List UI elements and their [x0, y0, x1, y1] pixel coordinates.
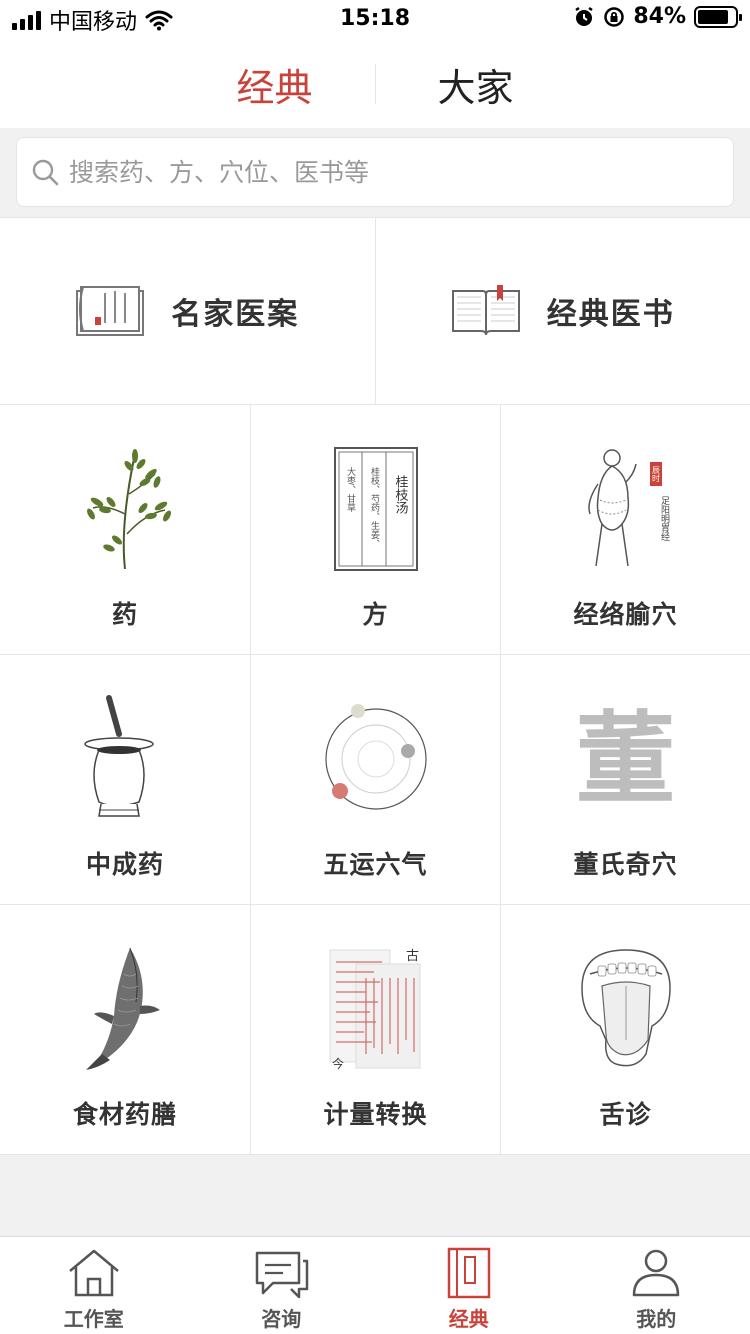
- category-measure-conversion[interactable]: 古 今 计量转换: [250, 905, 500, 1154]
- content-bottom-spacer: [0, 1155, 750, 1236]
- battery-percent: 84%: [633, 4, 686, 29]
- document-stack-icon: 古 今: [329, 949, 420, 1071]
- category-dong-points[interactable]: 董 董氏奇穴: [500, 655, 750, 904]
- category-dong-points-label: 董氏奇穴: [573, 850, 678, 879]
- featured-row: 名家医案 经典医书: [0, 217, 750, 405]
- category-tongue-diagnosis[interactable]: 舌诊: [500, 905, 750, 1154]
- dong-character-icon: 董: [575, 700, 676, 818]
- chat-icon: [256, 1251, 309, 1299]
- search-area: [0, 128, 750, 217]
- open-book-icon: [451, 285, 520, 336]
- category-meridians-label: 经络腧穴: [573, 600, 678, 629]
- search-input[interactable]: [69, 157, 669, 187]
- user-icon: [633, 1249, 680, 1297]
- meridian-figure-icon: 辰时 足阳明胃经: [587, 449, 670, 567]
- tab-classics[interactable]: 经典: [175, 57, 375, 112]
- top-tab-bar: 经典 大家: [0, 40, 750, 128]
- alarm-icon: [575, 6, 594, 26]
- fang-line2: 大枣、甘草: [345, 466, 356, 513]
- rotation-lock-icon: [604, 6, 625, 27]
- search-icon: [32, 159, 59, 186]
- featured-classic-books-label: 经典医书: [546, 297, 675, 332]
- category-prescriptions[interactable]: 桂枝汤 桂枝、芍药、生姜、 大枣、甘草 方: [250, 405, 500, 654]
- category-five-movements-label: 五运六气: [323, 850, 428, 879]
- tab-experts[interactable]: 大家: [376, 57, 576, 112]
- fish-icon: [86, 947, 160, 1070]
- mortar-jar-icon: [84, 695, 154, 817]
- meridian-seal-text: 辰时: [651, 466, 660, 482]
- nav-consult-label: 咨询: [261, 1307, 302, 1331]
- orbit-icon: [324, 704, 427, 810]
- measure-new-label: 今: [332, 1056, 344, 1071]
- tongue-icon: [580, 949, 671, 1067]
- battery-icon: [694, 5, 742, 28]
- featured-case-records-label: 名家医案: [171, 297, 300, 332]
- category-food-therapy-label: 食材药膳: [72, 1100, 177, 1129]
- status-bar: 中国移动 15:18 84%: [0, 0, 750, 40]
- nav-classics-label: 经典: [448, 1307, 489, 1331]
- category-grid: 药 桂枝汤 桂枝、芍药、生姜、 大枣、甘草 方 辰时 足阳明胃经 经络腧穴 中成…: [0, 405, 750, 1155]
- category-prescriptions-label: 方: [362, 600, 389, 629]
- scroll-icon: [76, 286, 145, 336]
- category-five-movements[interactable]: 五运六气: [250, 655, 500, 904]
- fang-title: 桂枝汤: [392, 475, 408, 514]
- nav-studio[interactable]: 工作室: [0, 1237, 188, 1334]
- featured-case-records[interactable]: 名家医案: [0, 218, 375, 404]
- house-icon: [68, 1249, 119, 1297]
- category-food-therapy[interactable]: 食材药膳: [0, 905, 250, 1154]
- category-measure-conversion-label: 计量转换: [323, 1100, 428, 1129]
- featured-classic-books[interactable]: 经典医书: [374, 218, 750, 404]
- book-icon: [447, 1247, 490, 1299]
- herb-icon: [87, 449, 171, 570]
- category-patent-medicine[interactable]: 中成药: [0, 655, 250, 904]
- nav-studio-label: 工作室: [63, 1307, 124, 1331]
- prescription-card-icon: 桂枝汤 桂枝、芍药、生姜、 大枣、甘草: [333, 447, 418, 571]
- bottom-nav: 工作室 咨询 经典 我的: [0, 1236, 750, 1334]
- status-right: 84%: [573, 4, 742, 29]
- search-bar[interactable]: [16, 137, 734, 207]
- grid-row-1: 药 桂枝汤 桂枝、芍药、生姜、 大枣、甘草 方 辰时 足阳明胃经 经络腧穴: [0, 405, 750, 655]
- nav-mine[interactable]: 我的: [563, 1237, 750, 1334]
- fang-line1: 桂枝、芍药、生姜、: [369, 466, 380, 548]
- measure-old-label: 古: [406, 949, 419, 964]
- nav-consult[interactable]: 咨询: [188, 1237, 376, 1334]
- grid-row-2: 中成药 五运六气 董 董氏奇穴: [0, 655, 750, 905]
- category-tongue-diagnosis-label: 舌诊: [599, 1100, 652, 1129]
- category-herbs[interactable]: 药: [0, 405, 250, 654]
- category-patent-medicine-label: 中成药: [85, 850, 164, 879]
- grid-row-3: 食材药膳 古 今 计量转换 舌诊: [0, 905, 750, 1155]
- meridian-text: 足阳明胃经: [659, 496, 670, 541]
- category-meridians[interactable]: 辰时 足阳明胃经 经络腧穴: [500, 405, 750, 654]
- nav-mine-label: 我的: [636, 1307, 677, 1331]
- category-herbs-label: 药: [111, 600, 138, 629]
- nav-classics[interactable]: 经典: [375, 1237, 563, 1334]
